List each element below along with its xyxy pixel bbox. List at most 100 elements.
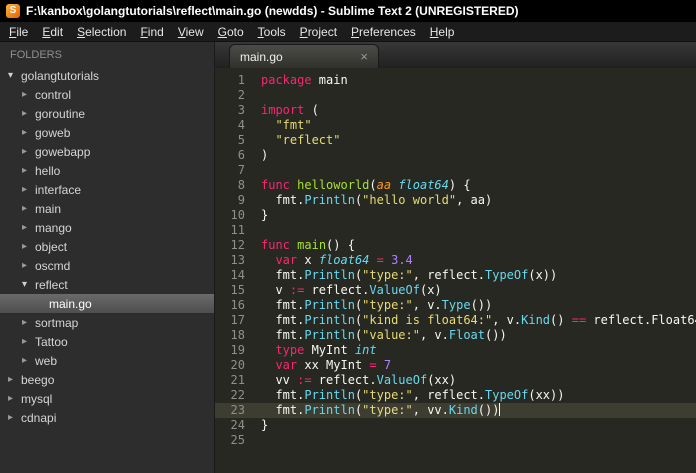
code-line-1[interactable]: 1 package main [215,73,696,88]
code-line-13[interactable]: 13 var x float64 = 3.4 [215,253,696,268]
code-line-16[interactable]: 16 fmt.Println("type:", v.Type()) [215,298,696,313]
code-line-12[interactable]: 12 func main() { [215,238,696,253]
sublime-app-icon: S [6,4,20,18]
code-line-content: vv := reflect.ValueOf(xx) [261,373,457,387]
tree-item-label: main [35,201,62,216]
menu-item-selection[interactable]: Selection [70,23,133,41]
folder-item-interface[interactable]: ▸ interface [0,180,214,199]
code-line-content: } [261,418,269,432]
folder-item-goroutine[interactable]: ▸ goroutine [0,104,214,123]
folder-item-goweb[interactable]: ▸ goweb [0,123,214,142]
code-line-content: v := reflect.ValueOf(x) [261,283,442,297]
line-number: 19 [230,343,245,357]
menu-item-view[interactable]: View [171,23,211,41]
chevron-right-icon[interactable]: ▸ [22,355,35,366]
code-line-15[interactable]: 15 v := reflect.ValueOf(x) [215,283,696,298]
line-number: 21 [230,373,245,387]
folder-item-oscmd[interactable]: ▸ oscmd [0,256,214,275]
chevron-right-icon[interactable]: ▸ [22,146,35,157]
code-line-20[interactable]: 20 var xx MyInt = 7 [215,358,696,373]
code-line-24[interactable]: 24} [215,418,696,433]
line-number: 1 [237,73,245,87]
line-number: 10 [230,208,245,222]
code-line-17[interactable]: 17 fmt.Println("kind is float64:", v.Kin… [215,313,696,328]
folder-item-cdnapi[interactable]: ▸ cdnapi [0,408,214,427]
menu-item-find[interactable]: Find [133,23,170,41]
chevron-right-icon[interactable]: ▸ [8,412,21,423]
chevron-right-icon[interactable]: ▸ [22,260,35,271]
code-line-10[interactable]: 10} [215,208,696,223]
folder-item-hello[interactable]: ▸ hello [0,161,214,180]
tab-close-icon[interactable]: × [360,50,368,63]
chevron-down-icon[interactable]: ▾ [22,279,35,290]
code-editor[interactable]: 1 package main 2 3 import (4 "fmt" 5 "reflect… [215,68,696,473]
code-line-6[interactable]: 6) [215,148,696,163]
folder-item-tattoo[interactable]: ▸ Tattoo [0,332,214,351]
code-line-19[interactable]: 19 type MyInt int [215,343,696,358]
code-line-3[interactable]: 3 import ( [215,103,696,118]
chevron-right-icon[interactable]: ▸ [22,222,35,233]
chevron-right-icon[interactable]: ▸ [22,336,35,347]
code-line-9[interactable]: 9 fmt.Println("hello world", aa) [215,193,696,208]
chevron-right-icon[interactable]: ▸ [22,127,35,138]
tab-main-go[interactable]: main.go × [229,44,379,68]
code-line-7[interactable]: 7 [215,163,696,178]
code-line-content: fmt.Println("type:", reflect.TypeOf(x)) [261,268,558,282]
code-line-content: fmt.Println("type:", v.Type()) [261,298,493,312]
line-number: 25 [230,433,245,447]
chevron-right-icon[interactable]: ▸ [8,393,21,404]
folder-item-sortmap[interactable]: ▸ sortmap [0,313,214,332]
tab-bar: main.go × [215,42,696,68]
folder-item-golangtutorials[interactable]: ▾ golangtutorials [0,66,214,85]
code-line-23[interactable]: 23 fmt.Println("type:", vv.Kind()) [215,403,696,418]
chevron-right-icon[interactable]: ▸ [22,317,35,328]
code-line-4[interactable]: 4 "fmt" [215,118,696,133]
folder-item-beego[interactable]: ▸ beego [0,370,214,389]
chevron-down-icon[interactable]: ▾ [8,70,21,81]
chevron-right-icon[interactable]: ▸ [8,374,21,385]
code-line-18[interactable]: 18 fmt.Println("value:", v.Float()) [215,328,696,343]
line-number: 11 [230,223,245,237]
tree-item-label: golangtutorials [21,68,100,83]
menu-item-file[interactable]: File [2,23,35,41]
menu-item-help[interactable]: Help [423,23,462,41]
sidebar: FOLDERS ▾ golangtutorials ▸ control ▸ gorouti… [0,42,215,473]
menu-item-project[interactable]: Project [293,23,344,41]
menu-item-goto[interactable]: Goto [211,23,251,41]
tree-item-label: beego [21,372,55,387]
chevron-right-icon[interactable]: ▸ [22,108,35,119]
chevron-right-icon[interactable]: ▸ [22,165,35,176]
chevron-right-icon[interactable]: ▸ [22,184,35,195]
chevron-right-icon[interactable]: ▸ [22,241,35,252]
line-number: 17 [230,313,245,327]
line-number: 9 [237,193,245,207]
file-item-main.go[interactable]: main.go [0,294,214,313]
folder-item-reflect[interactable]: ▾ reflect [0,275,214,294]
chevron-right-icon[interactable]: ▸ [22,203,35,214]
folders-header: FOLDERS [10,49,62,61]
menu-item-preferences[interactable]: Preferences [344,23,423,41]
text-caret [499,403,501,416]
folder-item-object[interactable]: ▸ object [0,237,214,256]
menu-item-edit[interactable]: Edit [35,23,70,41]
folder-item-web[interactable]: ▸ web [0,351,214,370]
menu-item-tools[interactable]: Tools [251,23,293,41]
code-line-22[interactable]: 22 fmt.Println("type:", reflect.TypeOf(x… [215,388,696,403]
main-area: FOLDERS ▾ golangtutorials ▸ control ▸ gorouti… [0,42,696,473]
code-line-5[interactable]: 5 "reflect" [215,133,696,148]
tree-item-label: cdnapi [21,410,57,425]
line-number: 2 [237,88,245,102]
code-line-2[interactable]: 2 [215,88,696,103]
folder-item-gowebapp[interactable]: ▸ gowebapp [0,142,214,161]
code-line-11[interactable]: 11 [215,223,696,238]
code-line-21[interactable]: 21 vv := reflect.ValueOf(xx) [215,373,696,388]
title-bar[interactable]: S F:\kanbox\golangtutorials\reflect\main… [0,0,696,22]
folder-item-mango[interactable]: ▸ mango [0,218,214,237]
chevron-right-icon[interactable]: ▸ [22,89,35,100]
code-line-8[interactable]: 8 func helloworld(aa float64) { [215,178,696,193]
code-line-14[interactable]: 14 fmt.Println("type:", reflect.TypeOf(x… [215,268,696,283]
folder-item-mysql[interactable]: ▸ mysql [0,389,214,408]
code-line-25[interactable]: 25 [215,433,696,448]
folder-item-main[interactable]: ▸ main [0,199,214,218]
folder-item-control[interactable]: ▸ control [0,85,214,104]
